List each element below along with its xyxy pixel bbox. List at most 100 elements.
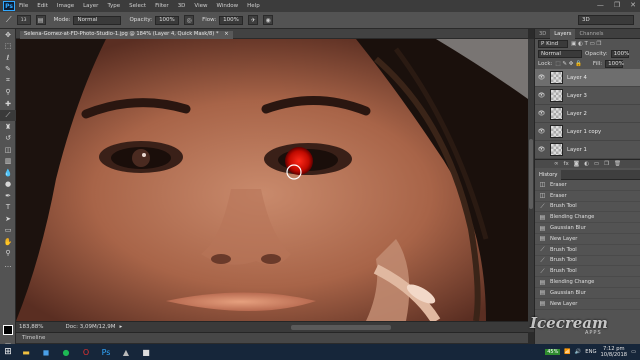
menu-type[interactable]: Type xyxy=(107,3,120,9)
history-brush-tool-icon[interactable]: ↺ xyxy=(0,133,16,145)
history-item[interactable]: ⟋ Brush Tool xyxy=(535,202,640,213)
crop-tool-icon[interactable]: ⌗ xyxy=(0,75,16,87)
tab-layers[interactable]: Layers xyxy=(550,28,576,39)
history-item[interactable]: ▤ New Layer xyxy=(535,299,640,310)
shape-tool-icon[interactable]: ▭ xyxy=(0,225,16,237)
history-item[interactable]: ⟋ Brush Tool xyxy=(535,245,640,256)
pressure-opacity-icon[interactable]: ◎ xyxy=(184,15,195,25)
brush-panel-toggle-icon[interactable]: ▤ xyxy=(35,15,46,25)
language-indicator[interactable]: ENG xyxy=(585,349,596,355)
kind-filter-select[interactable]: P Kind xyxy=(538,40,568,48)
menu-layer[interactable]: Layer xyxy=(83,3,98,9)
hand-tool-icon[interactable]: ✋ xyxy=(0,236,16,248)
airbrush-icon[interactable]: ✈ xyxy=(248,15,259,25)
tab-3d[interactable]: 3D xyxy=(535,29,550,39)
menu-edit[interactable]: Edit xyxy=(37,3,48,9)
lock-icons[interactable]: ⬚ ✎ ✥ 🔒 xyxy=(555,61,582,67)
timeline-panel-tab[interactable]: Timeline xyxy=(16,332,528,343)
mode-select[interactable]: Normal xyxy=(73,15,122,25)
network-icon[interactable]: 📶 xyxy=(564,349,570,355)
gradient-tool-icon[interactable]: ▥ xyxy=(0,156,16,168)
menu-3d[interactable]: 3D xyxy=(178,3,186,9)
lasso-tool-icon[interactable]: ℓ xyxy=(0,52,16,64)
move-tool-icon[interactable]: ✥ xyxy=(0,29,16,41)
history-item[interactable]: ◫ Eraser xyxy=(535,191,640,202)
blend-mode-select[interactable]: Normal xyxy=(538,50,582,58)
tab-history[interactable]: History xyxy=(535,169,562,180)
opera-taskbar-icon[interactable]: O xyxy=(78,345,94,359)
app7-taskbar-icon[interactable]: ■ xyxy=(138,345,154,359)
menu-file[interactable]: File xyxy=(19,3,28,9)
vertical-scroll-thumb[interactable] xyxy=(529,139,533,209)
history-item[interactable]: ▤ Blending Change xyxy=(535,277,640,288)
photoshop-taskbar-icon[interactable]: Ps xyxy=(98,345,114,359)
layer-row[interactable]: 👁 Layer 3 xyxy=(535,87,640,105)
menu-filter[interactable]: Filter xyxy=(155,3,169,9)
opacity-field[interactable]: 100% xyxy=(155,15,180,25)
visibility-eye-icon[interactable]: 👁 xyxy=(537,146,546,153)
history-item[interactable]: ▤ Blending Change xyxy=(535,212,640,224)
foreground-color-swatch[interactable] xyxy=(3,325,13,335)
image-canvas[interactable] xyxy=(16,39,528,321)
healing-brush-tool-icon[interactable]: ✚ xyxy=(0,98,16,110)
group-icon[interactable]: ▭ xyxy=(594,161,599,167)
trash-icon[interactable]: 🗑 xyxy=(614,161,621,167)
history-item[interactable]: ▤ Gaussian Blur xyxy=(535,223,640,234)
layer-opacity-field[interactable]: 100% xyxy=(610,50,629,58)
visibility-eye-icon[interactable]: 👁 xyxy=(537,74,546,81)
menu-help[interactable]: Help xyxy=(247,3,260,9)
explorer-taskbar-icon[interactable]: ▬ xyxy=(18,345,34,359)
visibility-eye-icon[interactable]: 👁 xyxy=(537,128,546,135)
eraser-tool-icon[interactable]: ◫ xyxy=(0,144,16,156)
type-tool-icon[interactable]: T xyxy=(0,202,16,214)
menu-view[interactable]: View xyxy=(194,3,207,9)
more-tools-icon[interactable]: … xyxy=(0,259,16,271)
minimize-button[interactable]: — xyxy=(597,1,604,9)
menu-window[interactable]: Window xyxy=(216,3,238,9)
menu-select[interactable]: Select xyxy=(129,3,146,9)
layer-row[interactable]: 👁 Layer 1 copy xyxy=(535,123,640,141)
restore-button[interactable]: ❐ xyxy=(614,1,620,9)
visibility-eye-icon[interactable]: 👁 xyxy=(537,92,546,99)
menu-image[interactable]: Image xyxy=(57,3,74,9)
layer-row[interactable]: 👁 Layer 1 xyxy=(535,141,640,159)
windows-start-icon[interactable]: ⊞ xyxy=(0,344,16,360)
pen-tool-icon[interactable]: ✒ xyxy=(0,190,16,202)
zoom-level[interactable]: 183,88% xyxy=(19,324,43,330)
spotify-taskbar-icon[interactable]: ● xyxy=(58,345,74,359)
status-menu-icon[interactable]: ▸ xyxy=(120,324,123,330)
photos-taskbar-icon[interactable]: ▲ xyxy=(118,345,134,359)
layer-row[interactable]: 👁 Layer 2 xyxy=(535,105,640,123)
history-item[interactable]: ⟋ Brush Tool xyxy=(535,266,640,278)
store-taskbar-icon[interactable]: ◼ xyxy=(38,345,54,359)
history-item[interactable]: ▤ Gaussian Blur xyxy=(535,288,640,299)
filter-icons[interactable]: ▣ ◐ T ▭ ❐ xyxy=(571,41,601,47)
tab-channels[interactable]: Channels xyxy=(575,29,607,39)
zoom-tool-icon[interactable]: ⚲ xyxy=(0,248,16,260)
notifications-icon[interactable]: ▭ xyxy=(631,349,636,355)
close-button[interactable]: ✕ xyxy=(630,1,636,9)
clone-stamp-tool-icon[interactable]: ♜ xyxy=(0,121,16,133)
quick-select-tool-icon[interactable]: ✎ xyxy=(0,64,16,76)
fx-icon[interactable]: fx xyxy=(564,161,569,167)
volume-icon[interactable]: 🔊 xyxy=(575,349,581,355)
document-close-icon[interactable]: × xyxy=(224,31,228,37)
new-layer-icon[interactable]: ❐ xyxy=(604,161,609,167)
clock[interactable]: 7:12 pm 10/8/2018 xyxy=(600,346,627,358)
workspace-select[interactable]: 3D xyxy=(578,15,634,25)
brush-tool-icon[interactable]: ⟋ xyxy=(6,15,12,25)
adjustment-icon[interactable]: ◐ xyxy=(584,161,589,167)
eyedropper-tool-icon[interactable]: ⚲ xyxy=(0,87,16,99)
fill-field[interactable]: 100% xyxy=(605,60,624,68)
link-icon[interactable]: ∞ xyxy=(554,161,559,167)
battery-indicator[interactable]: 45% xyxy=(545,349,561,355)
pressure-size-icon[interactable]: ◉ xyxy=(263,15,274,25)
brush-tool-icon[interactable]: ⟋ xyxy=(0,109,16,121)
history-item[interactable]: ⟋ Brush Tool xyxy=(535,256,640,267)
history-item[interactable]: ◫ Eraser xyxy=(535,180,640,191)
flow-field[interactable]: 100% xyxy=(219,15,244,25)
dodge-tool-icon[interactable]: ● xyxy=(0,179,16,191)
marquee-tool-icon[interactable]: ⬚ xyxy=(0,41,16,53)
brush-preset-picker[interactable]: 13 xyxy=(16,15,31,25)
visibility-eye-icon[interactable]: 👁 xyxy=(537,110,546,117)
